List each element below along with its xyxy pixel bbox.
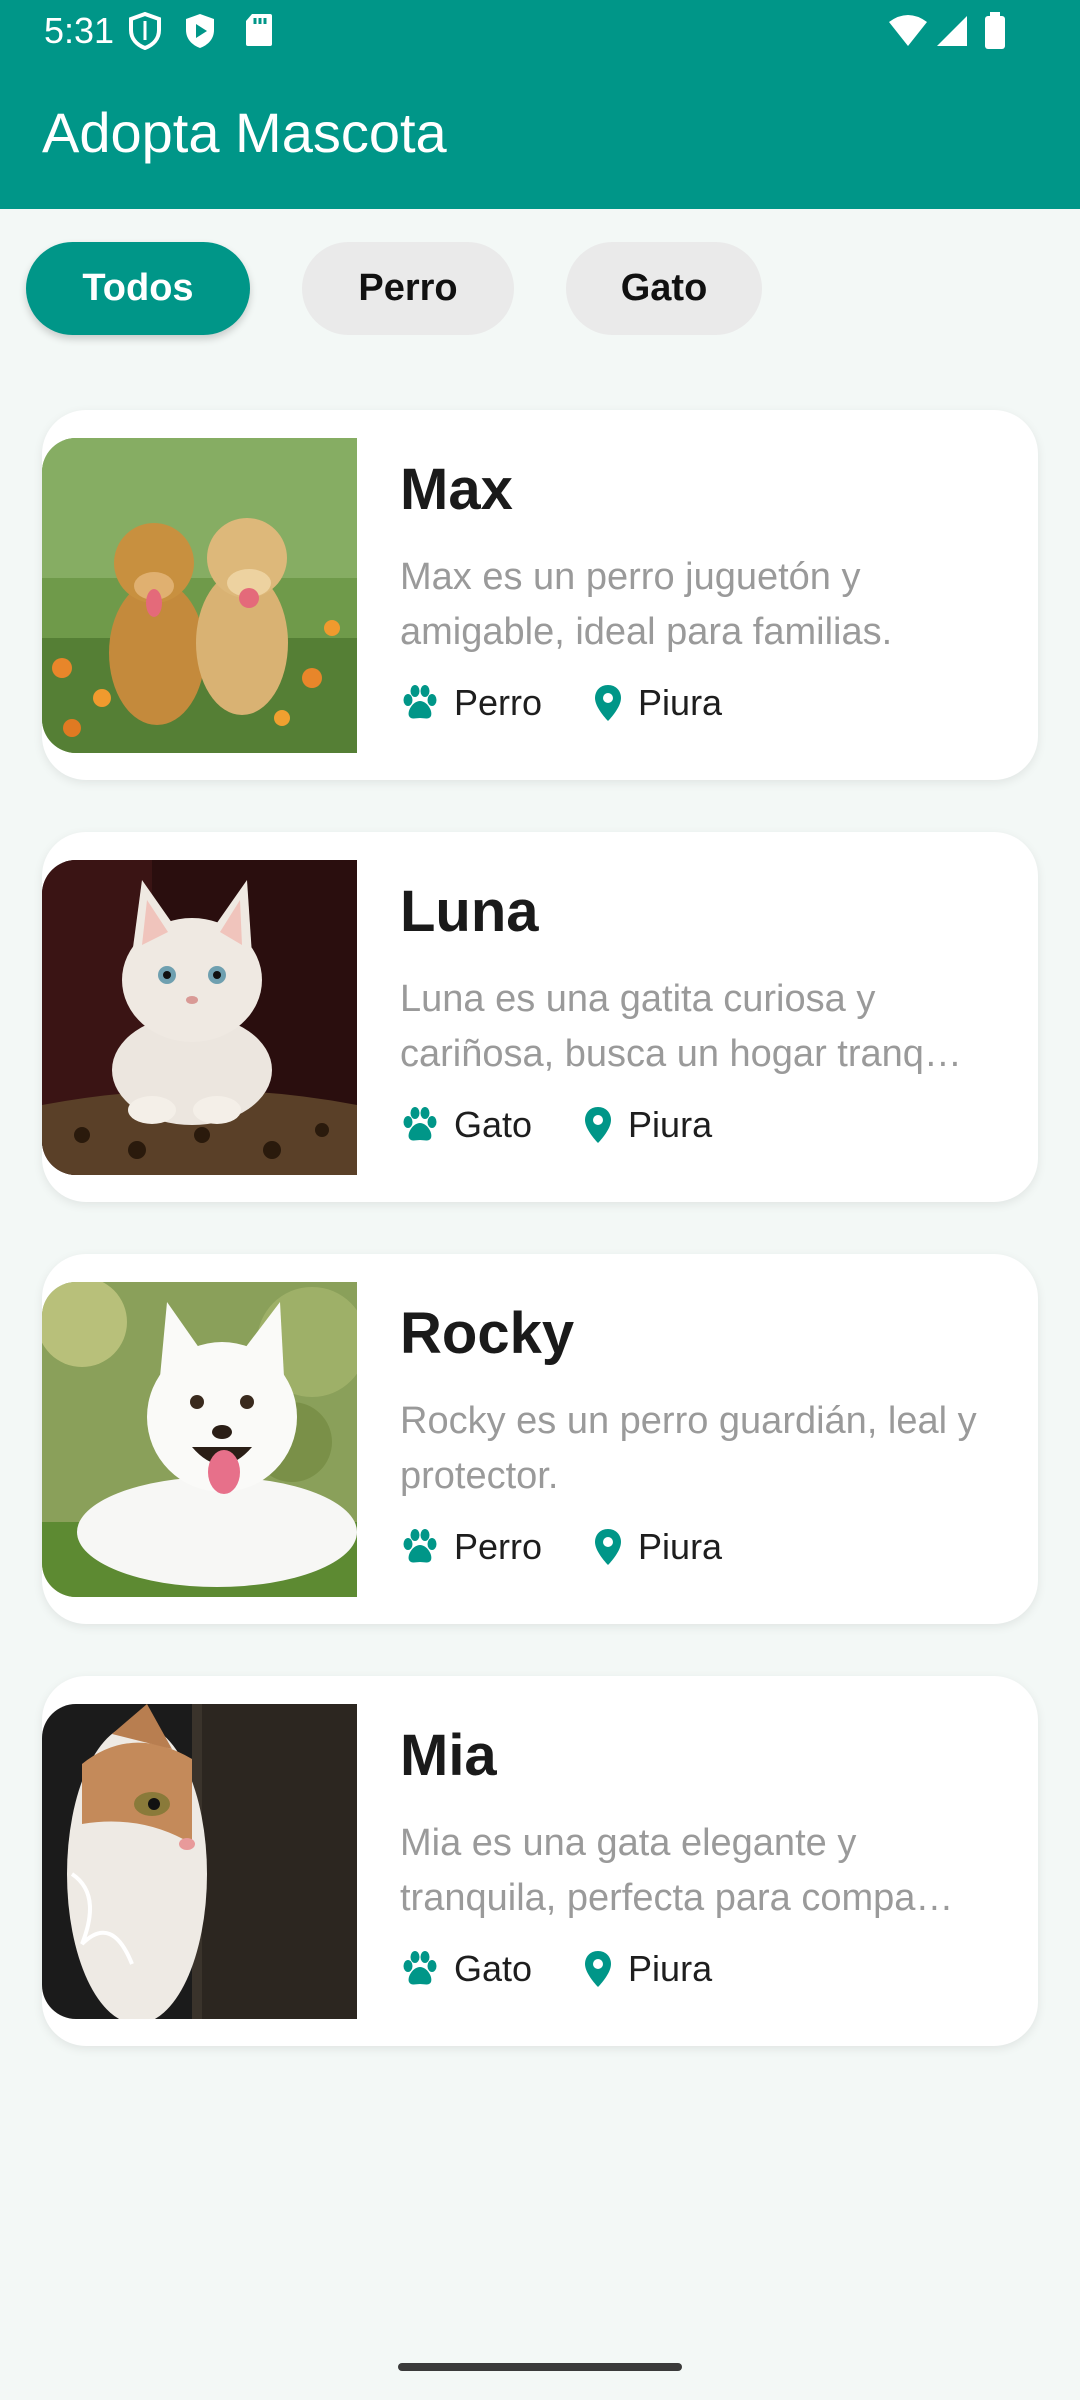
pet-photo [42, 1704, 357, 2019]
pet-meta: Perro Piura [400, 678, 772, 728]
play-protect-icon [183, 12, 217, 55]
pet-type-label: Perro [454, 682, 543, 723]
pet-type: Perro [400, 682, 542, 724]
status-time: 5:31 [44, 10, 115, 51]
pet-name: Mia [400, 1723, 497, 1788]
pet-card-rocky[interactable]: Rocky Rocky es un perro guardián, leal y… [42, 1254, 1038, 1624]
pet-type-label: Gato [454, 1948, 533, 1989]
status-bar: 5:31 [0, 0, 1080, 62]
pet-location: Piura [592, 682, 722, 724]
pet-name: Luna [400, 879, 539, 944]
location-pin-icon [595, 685, 622, 721]
pet-meta: Gato Piura [400, 1100, 762, 1150]
shield-icon [128, 11, 162, 55]
pet-name: Rocky [400, 1301, 575, 1366]
pet-location: Piura [582, 1948, 712, 1990]
pet-location-label: Piura [628, 1104, 713, 1145]
paw-icon [403, 1529, 437, 1563]
pet-description: Luna es una gatita curiosa y cariñosa, b… [400, 978, 962, 1075]
filter-chip-gato[interactable]: Gato [566, 242, 762, 335]
pet-card-luna[interactable]: Luna Luna es una gatita curiosa y cariño… [42, 832, 1038, 1202]
pet-location: Piura [582, 1104, 712, 1146]
location-pin-icon [595, 1529, 622, 1565]
app-title: Adopta Mascota [42, 101, 447, 164]
filter-chip-label: Todos [82, 267, 194, 309]
pet-type: Gato [400, 1104, 532, 1146]
pet-location: Piura [592, 1526, 722, 1568]
pet-location-label: Piura [628, 1948, 713, 1989]
paw-icon [403, 685, 437, 719]
app-bar: 5:31 Adopta Mascota [0, 0, 1080, 209]
paw-icon [403, 1107, 437, 1141]
pet-name: Max [400, 457, 513, 522]
cellular-signal-icon [935, 12, 969, 53]
pet-description: Rocky es un perro guardián, leal y prote… [400, 1400, 977, 1497]
filter-chip-todos[interactable]: Todos [26, 242, 250, 335]
location-pin-icon [585, 1951, 612, 1987]
pet-type: Gato [400, 1948, 532, 1990]
pet-card-max[interactable]: Max Max es un perro juguetón y amigable,… [42, 410, 1038, 780]
sd-card-icon [244, 12, 274, 53]
pet-photo [42, 438, 357, 753]
pet-photo [42, 860, 357, 1175]
wifi-icon [888, 12, 928, 53]
paw-icon [403, 1951, 437, 1985]
pet-location-label: Piura [638, 1526, 723, 1567]
pet-meta: Gato Piura [400, 1944, 762, 1994]
pet-type: Perro [400, 1526, 542, 1568]
pet-photo [42, 1282, 357, 1597]
pet-location-label: Piura [638, 682, 723, 723]
pet-type-label: Gato [454, 1104, 533, 1145]
filter-chip-label: Gato [620, 267, 708, 309]
home-indicator[interactable] [398, 2363, 682, 2371]
battery-icon [984, 12, 1006, 55]
filter-chip-perro[interactable]: Perro [302, 242, 514, 335]
pet-meta: Perro Piura [400, 1522, 772, 1572]
filter-chip-label: Perro [358, 267, 458, 309]
pet-card-mia[interactable]: Mia Mia es una gata elegante y tranquila… [42, 1676, 1038, 2046]
pet-description: Mia es una gata elegante y tranquila, pe… [400, 1822, 954, 1919]
pet-type-label: Perro [454, 1526, 543, 1567]
location-pin-icon [585, 1107, 612, 1143]
pet-description: Max es un perro juguetón y amigable, ide… [400, 556, 893, 653]
